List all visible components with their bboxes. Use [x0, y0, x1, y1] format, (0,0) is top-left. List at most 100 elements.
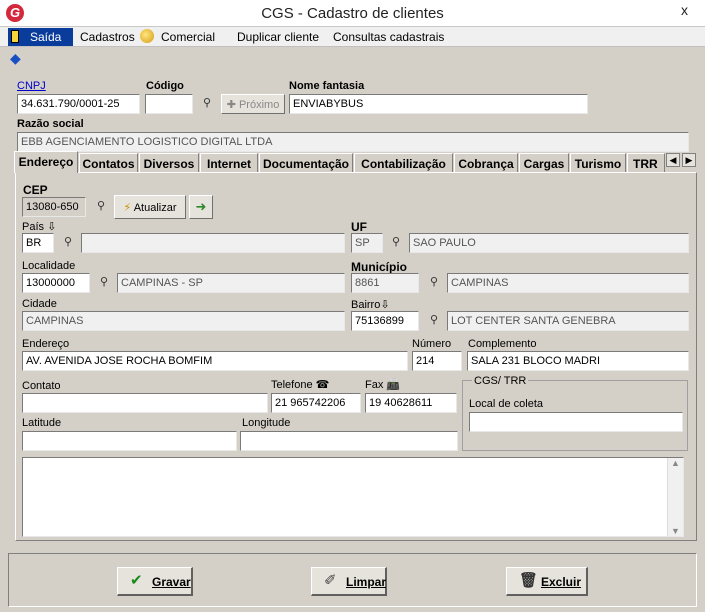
tab-endereco[interactable]: Endereço	[14, 151, 78, 173]
endereco-field[interactable]: AV. AVENIDA JOSE ROCHA BOMFIM	[22, 351, 408, 371]
close-button[interactable]: x	[664, 0, 705, 21]
scrollbar[interactable]: ▲ ▼	[667, 458, 683, 536]
complemento-field[interactable]: SALA 231 BLOCO MADRI	[467, 351, 689, 371]
tab-cobranca[interactable]: Cobrança	[454, 153, 518, 172]
binoculars-search-icon[interactable]: ⚲	[57, 233, 79, 253]
coins-icon	[140, 29, 154, 43]
cep-field[interactable]: 13080-650	[22, 197, 86, 217]
localidade-code-field[interactable]: 13000000	[22, 273, 90, 293]
excluir-label: Excluir	[541, 575, 582, 589]
menu-consultas-cadastrais[interactable]: Consultas cadastrais	[333, 30, 444, 44]
telefone-field[interactable]: 21 965742206	[271, 393, 361, 413]
scroll-down-icon[interactable]: ▼	[668, 526, 683, 536]
municipio-label: Município	[351, 260, 407, 274]
plus-icon: ✚	[226, 99, 239, 111]
menu-saida-label: Saída	[30, 30, 62, 44]
localidade-label: Localidade	[22, 260, 76, 272]
local-coleta-field[interactable]	[469, 412, 683, 432]
tab-internet[interactable]: Internet	[200, 153, 258, 172]
endereco-label: Endereço	[22, 338, 70, 350]
binoculars-search-icon[interactable]: ⚲	[93, 273, 115, 293]
arrow-down-icon: ⇩	[47, 221, 57, 233]
uf-name-field[interactable]: SAO PAULO	[409, 233, 689, 253]
limpar-label: Limpar	[346, 575, 387, 589]
razao-social-label: Razão social	[17, 118, 84, 130]
trash-icon: 🗑	[519, 572, 539, 589]
arrow-down-icon: ⇩	[380, 299, 390, 311]
latitude-field[interactable]	[22, 431, 237, 451]
cnpj-field[interactable]: 34.631.790/0001-25	[17, 94, 140, 114]
uf-label: UF	[351, 220, 367, 234]
checkmark-icon: ✔	[130, 572, 143, 589]
menu-bar: Saída Cadastros Comercial Duplicar clien…	[0, 27, 705, 47]
tab-contatos[interactable]: Contatos	[79, 153, 138, 172]
tab-contabilizacao[interactable]: Contabilização	[354, 153, 453, 172]
tab-trr[interactable]: TRR	[627, 153, 665, 172]
phone-icon: ☎	[315, 379, 330, 391]
menu-cadastros[interactable]: Cadastros	[80, 30, 135, 44]
binoculars-search-icon[interactable]: ⚲	[423, 311, 445, 331]
tab-cargas[interactable]: Cargas	[519, 153, 569, 172]
lightning-icon: ⚡	[123, 202, 132, 214]
atualizar-label: Atualizar	[133, 202, 177, 214]
fax-field[interactable]: 19 40628611	[365, 393, 457, 413]
menu-comercial[interactable]: Comercial	[161, 30, 215, 44]
pais-label: País ⇩	[22, 221, 57, 233]
refresh-arrow-icon[interactable]: ➜	[189, 195, 213, 219]
nome-fantasia-field[interactable]: ENVIABYBUS	[289, 94, 588, 114]
razao-social-field[interactable]: EBB AGENCIAMENTO LOGISTICO DIGITAL LTDA	[17, 132, 689, 152]
cep-label: CEP	[23, 183, 48, 197]
bairro-code-field[interactable]: 75136899	[351, 311, 419, 331]
localidade-name-field[interactable]: CAMPINAS - SP	[117, 273, 345, 293]
proximo-label: Próximo	[238, 99, 280, 111]
complemento-label: Complemento	[468, 338, 537, 350]
pais-name-field[interactable]	[81, 233, 345, 253]
scroll-up-icon[interactable]: ▲	[668, 458, 683, 468]
contato-field[interactable]	[22, 393, 268, 413]
tab-turismo[interactable]: Turismo	[570, 153, 626, 172]
municipio-name-field[interactable]: CAMPINAS	[447, 273, 689, 293]
uf-code-field[interactable]: SP	[351, 233, 383, 253]
cidade-field[interactable]: CAMPINAS	[22, 311, 345, 331]
contato-label: Contato	[22, 380, 61, 392]
exit-door-icon	[11, 30, 19, 43]
telefone-label: Telefone ☎	[271, 379, 330, 391]
fax-label: Fax 📠	[365, 379, 401, 391]
cnpj-label[interactable]: CNPJ	[17, 80, 46, 92]
gravar-button[interactable]: ✔ Gravar	[117, 567, 193, 596]
bairro-name-field[interactable]: LOT CENTER SANTA GENEBRA	[447, 311, 689, 331]
latitude-label: Latitude	[22, 417, 62, 429]
binoculars-search-icon[interactable]: ⚲	[196, 94, 218, 114]
observacoes-textarea[interactable]: ▲ ▼	[22, 457, 684, 537]
menu-saida[interactable]: Saída	[8, 28, 73, 46]
local-coleta-label: Local de coleta	[469, 398, 543, 410]
bairro-label: Bairro⇩	[351, 299, 390, 311]
tab-diversos[interactable]: Diversos	[139, 153, 199, 172]
numero-field[interactable]: 214	[412, 351, 462, 371]
fax-icon: 📠	[386, 379, 401, 391]
excluir-button[interactable]: 🗑 Excluir	[506, 567, 588, 596]
gravar-label: Gravar	[152, 575, 191, 589]
proximo-button[interactable]: ✚ Próximo	[221, 94, 285, 114]
tab-scroll-left-icon[interactable]: ◀	[666, 153, 680, 167]
numero-label: Número	[412, 338, 452, 350]
binoculars-search-icon[interactable]: ⚲	[423, 273, 445, 293]
municipio-code-field[interactable]: 8861	[351, 273, 419, 293]
menu-duplicar-cliente[interactable]: Duplicar cliente	[237, 30, 319, 44]
tab-documentacao[interactable]: Documentação	[259, 153, 353, 172]
cidade-label: Cidade	[22, 298, 57, 310]
window-title: CGS - Cadastro de clientes	[261, 5, 444, 22]
eraser-icon: ✐	[324, 572, 337, 589]
binoculars-search-icon[interactable]: ⚲	[90, 197, 112, 217]
limpar-button[interactable]: ✐ Limpar	[311, 567, 387, 596]
pais-code-field[interactable]: BR	[22, 233, 54, 253]
diamond-icon[interactable]: ◆	[10, 51, 24, 65]
longitude-field[interactable]	[240, 431, 458, 451]
atualizar-button[interactable]: ⚡ Atualizar	[114, 195, 186, 219]
longitude-label: Longitude	[242, 417, 291, 429]
cgs-trr-label: CGS/ TRR	[472, 375, 529, 387]
codigo-field[interactable]	[145, 94, 193, 114]
nome-fantasia-label: Nome fantasia	[289, 80, 365, 92]
binoculars-search-icon[interactable]: ⚲	[385, 233, 407, 253]
tab-scroll-right-icon[interactable]: ▶	[682, 153, 696, 167]
